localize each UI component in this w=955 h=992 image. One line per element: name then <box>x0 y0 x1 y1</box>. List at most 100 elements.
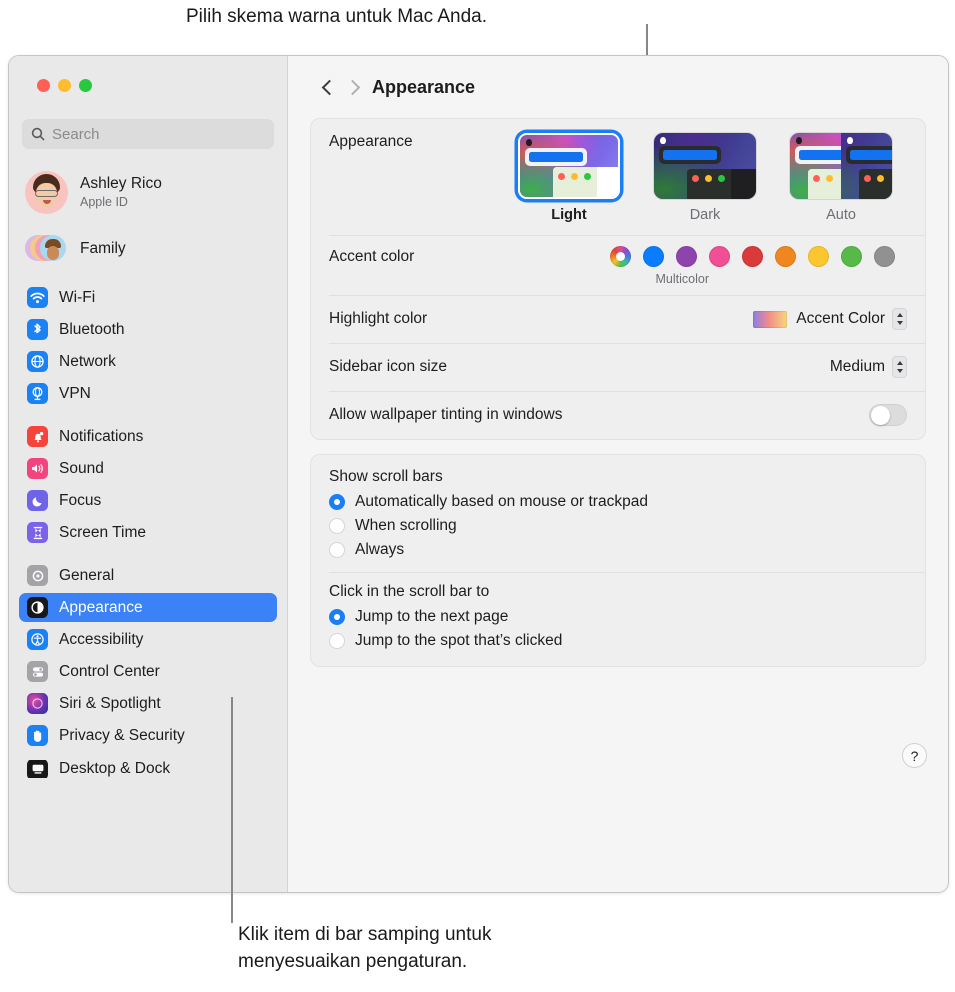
appearance-contrast-icon <box>27 597 48 618</box>
sidebar-item-privacy-security[interactable]: Privacy & Security <box>19 721 277 750</box>
sidebar-item-label: Notifications <box>59 427 144 445</box>
highlight-gradient-swatch <box>753 310 788 328</box>
sidebar-item-appearance[interactable]: Appearance <box>19 593 277 622</box>
highlight-color-popup-button[interactable] <box>892 308 907 330</box>
scroll-bars-option-always[interactable]: Always <box>311 538 925 562</box>
sidebar-item-label: Screen Time <box>59 523 147 541</box>
divider <box>329 572 925 573</box>
scroll-click-option-spot-clicked[interactable]: Jump to the spot that’s clicked <box>311 629 925 653</box>
scroll-bars-option-when-scrolling[interactable]: When scrolling <box>311 514 925 538</box>
sidebar-group-system: Notifications Sound Focus Screen Time <box>19 422 277 547</box>
scroll-click-option-next-page[interactable]: Jump to the next page <box>311 605 925 629</box>
sidebar-icon-size-popup-button[interactable] <box>892 356 907 378</box>
wifi-icon <box>27 287 48 308</box>
accent-color-label: Accent color <box>329 247 415 265</box>
scroll-bars-option-automatic[interactable]: Automatically based on mouse or trackpad <box>311 490 925 514</box>
minimize-button[interactable] <box>58 79 71 92</box>
sidebar-item-siri-spotlight[interactable]: Siri & Spotlight <box>19 689 277 718</box>
sidebar-item-network[interactable]: Network <box>19 347 277 376</box>
sidebar-item-vpn[interactable]: VPN <box>19 379 277 408</box>
sidebar-item-label: Appearance <box>59 598 143 616</box>
sidebar-group-network: Wi-Fi Bluetooth Network VPN <box>19 283 277 408</box>
callout-bottom-line-1: Klik item di bar samping untuk <box>238 924 492 945</box>
sidebar-item-desktop-dock[interactable]: Desktop & Dock <box>19 760 277 778</box>
sidebar-item-label: Sound <box>59 459 104 477</box>
sidebar-item-wifi[interactable]: Wi-Fi <box>19 283 277 312</box>
accent-swatch-orange[interactable] <box>775 246 796 267</box>
sidebar-icon-size-row: Sidebar icon size Medium <box>311 343 925 391</box>
accent-swatch-red[interactable] <box>742 246 763 267</box>
window-traffic-lights <box>19 56 277 92</box>
wallpaper-tinting-row: Allow wallpaper tinting in windows <box>311 391 925 439</box>
accent-swatch-yellow[interactable] <box>808 246 829 267</box>
accessibility-icon <box>27 629 48 650</box>
search-input[interactable]: Search <box>22 119 274 149</box>
theme-thumbnail-dark <box>654 133 756 199</box>
theme-label: Dark <box>689 207 721 223</box>
page-title: Appearance <box>372 76 476 97</box>
wallpaper-tinting-toggle[interactable] <box>869 404 907 426</box>
accent-swatch-blue[interactable] <box>643 246 664 267</box>
callout-bottom-leader-line <box>231 697 233 923</box>
sidebar-item-accessibility[interactable]: Accessibility <box>19 625 277 654</box>
radio-label: When scrolling <box>355 517 457 534</box>
sidebar-item-label: Privacy & Security <box>59 726 185 744</box>
theme-label: Light <box>551 207 587 223</box>
radio-button[interactable] <box>329 518 345 534</box>
theme-label: Auto <box>826 207 856 223</box>
help-button[interactable]: ? <box>903 744 926 767</box>
sidebar-item-sound[interactable]: Sound <box>19 454 277 483</box>
hand-privacy-icon <box>27 725 48 746</box>
sidebar-group-preferences: General Appearance Accessibility Control… <box>19 561 277 778</box>
sidebar-item-label: VPN <box>59 384 91 402</box>
hourglass-icon <box>27 522 48 543</box>
sidebar-item-general[interactable]: General <box>19 561 277 590</box>
search-icon <box>31 127 45 141</box>
sidebar-item-bluetooth[interactable]: Bluetooth <box>19 315 277 344</box>
sidebar-item-family[interactable]: Family <box>25 228 277 269</box>
accent-swatch-pink[interactable] <box>709 246 730 267</box>
accent-swatch-green[interactable] <box>841 246 862 267</box>
scroll-settings-card: Show scroll bars Automatically based on … <box>310 454 926 667</box>
sidebar-item-label: Siri & Spotlight <box>59 694 161 712</box>
accent-swatch-graphite[interactable] <box>874 246 895 267</box>
accent-color-swatches <box>610 246 907 267</box>
radio-button[interactable] <box>329 633 345 649</box>
radio-label: Always <box>355 541 405 558</box>
accent-color-caption: Multicolor <box>655 272 710 286</box>
radio-button[interactable] <box>329 542 345 558</box>
maximize-button[interactable] <box>79 79 92 92</box>
sidebar-item-apple-id[interactable]: Ashley Rico Apple ID <box>25 167 277 218</box>
callout-bottom-text: Klik item di bar samping untuk menyesuai… <box>238 921 491 975</box>
accent-swatch-multicolor[interactable] <box>610 246 631 267</box>
radio-button[interactable] <box>329 494 345 510</box>
sidebar-item-label: Bluetooth <box>59 320 125 338</box>
callout-top-text: Pilih skema warna untuk Mac Anda. <box>186 6 487 27</box>
highlight-color-row: Highlight color Accent Color <box>311 295 925 343</box>
chevron-right-icon[interactable] <box>347 78 358 96</box>
chevron-left-icon[interactable] <box>322 78 333 96</box>
sidebar-item-control-center[interactable]: Control Center <box>19 657 277 686</box>
theme-option-light[interactable]: Light <box>515 133 623 223</box>
siri-icon <box>27 693 48 714</box>
show-scroll-bars-title: Show scroll bars <box>329 468 443 485</box>
sidebar-item-screen-time[interactable]: Screen Time <box>19 518 277 547</box>
sidebar-item-label: Control Center <box>59 662 160 680</box>
settings-content-pane: Appearance Appearance Light Dark Auto Ac… <box>288 56 948 892</box>
theme-option-dark[interactable]: Dark <box>651 133 759 223</box>
sidebar-item-notifications[interactable]: Notifications <box>19 422 277 451</box>
accent-swatch-purple[interactable] <box>676 246 697 267</box>
control-center-icon <box>27 661 48 682</box>
bluetooth-icon <box>27 319 48 340</box>
theme-option-auto[interactable]: Auto <box>787 133 895 223</box>
appearance-row: Appearance Light Dark Auto <box>311 119 925 235</box>
desktop-dock-icon <box>27 760 48 778</box>
radio-button[interactable] <box>329 609 345 625</box>
gear-icon <box>27 565 48 586</box>
appearance-label: Appearance <box>329 133 413 150</box>
sidebar-item-focus[interactable]: Focus <box>19 486 277 515</box>
callout-bottom-line-2: menyesuaikan pengaturan. <box>238 951 468 972</box>
close-button[interactable] <box>37 79 50 92</box>
family-avatars-icon <box>25 232 68 265</box>
sidebar-item-label: Desktop & Dock <box>59 760 171 777</box>
